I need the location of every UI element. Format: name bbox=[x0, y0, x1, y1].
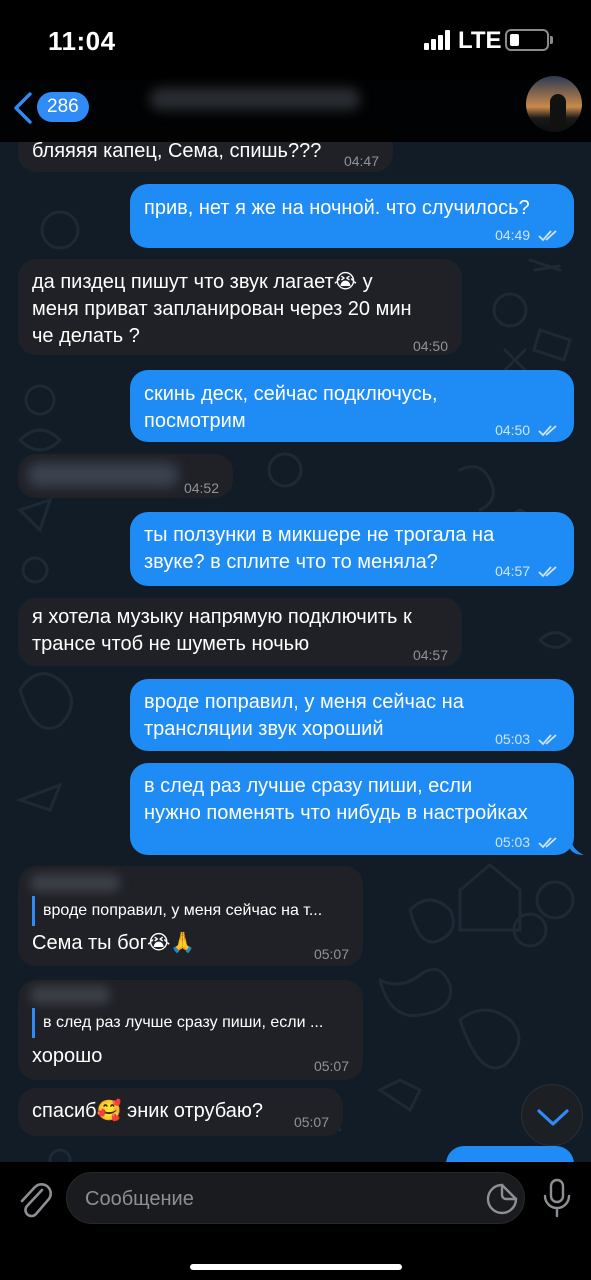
sticker-icon bbox=[486, 1183, 518, 1215]
message-bubble-outgoing[interactable]: вроде поправил, у меня сейчас на трансля… bbox=[130, 679, 574, 751]
message-bubble-outgoing[interactable]: ты ползунки в микшере не трогала на звук… bbox=[130, 512, 574, 586]
message-text-line: трансе чтоб не шуметь ночью bbox=[32, 633, 310, 655]
message-text-line: вроде поправил, у меня сейчас на bbox=[144, 691, 464, 713]
message-time: 04:57 bbox=[495, 563, 531, 579]
message-time: 05:07 bbox=[313, 946, 349, 962]
voice-message-button[interactable] bbox=[540, 1176, 574, 1220]
message-meta: 05:03 bbox=[495, 726, 560, 753]
message-time: 04:50 bbox=[412, 338, 448, 354]
message-input[interactable] bbox=[85, 1185, 465, 1213]
message-meta: 05:03 bbox=[495, 829, 560, 856]
reply-text: в след раз лучше сразу пиши, если ... bbox=[43, 1014, 324, 1031]
message-text-line: в след раз лучше сразу пиши, если bbox=[144, 775, 473, 797]
reply-text: вроде поправил, у меня сейчас на т... bbox=[43, 902, 323, 919]
double-check-icon bbox=[538, 734, 557, 746]
message-meta: 04:49 bbox=[495, 222, 560, 249]
message-time: 05:07 bbox=[293, 1114, 329, 1130]
message-bubble-outgoing[interactable]: прив, нет я же на ночной. что случилось?… bbox=[130, 184, 574, 248]
message-text-line: трансляции звук хороший bbox=[144, 718, 384, 740]
chevron-down-icon bbox=[537, 1109, 569, 1126]
message-meta: 04:50 bbox=[495, 417, 560, 444]
status-bar: 11:04 LTE bbox=[0, 0, 591, 80]
avatar[interactable] bbox=[526, 76, 582, 132]
avatar-silhouette bbox=[550, 94, 566, 132]
message-text: бляяяя капец, Сема, спишь??? bbox=[32, 140, 322, 162]
message-input-field[interactable] bbox=[66, 1172, 525, 1224]
message-text: прив, нет я же на ночной. что случилось? bbox=[144, 197, 530, 219]
message-text-line: да пиздец пишут что звук лагает😭 у bbox=[32, 271, 373, 293]
back-button[interactable] bbox=[10, 90, 36, 126]
reply-preview[interactable]: вроде поправил, у меня сейчас на т... bbox=[32, 896, 322, 926]
attach-button[interactable] bbox=[14, 1176, 54, 1220]
message-bubble-incoming[interactable]: да пиздец пишут что звук лагает😭 у меня … bbox=[18, 259, 462, 355]
double-check-icon bbox=[538, 566, 557, 578]
message-text: спасиб🥰 эник отрубаю? bbox=[32, 1100, 263, 1122]
message-bubble-incoming[interactable]: спасиб🥰 эник отрубаю? 05:07 bbox=[18, 1088, 343, 1136]
status-time: 11:04 bbox=[48, 26, 116, 56]
message-bubble-incoming[interactable]: 04:52 bbox=[18, 454, 233, 498]
bubble-tail bbox=[570, 839, 584, 855]
battery-icon bbox=[505, 29, 549, 51]
sticker-button[interactable] bbox=[485, 1182, 519, 1216]
chat-header: 286 bbox=[0, 76, 591, 142]
redacted-sender-name bbox=[30, 986, 110, 1004]
message-bubble-outgoing[interactable]: скинь деск, сейчас подключусь, посмотрим… bbox=[130, 370, 574, 442]
double-check-icon bbox=[538, 425, 557, 437]
redacted-text bbox=[28, 463, 178, 487]
message-text-line: нужно поменять что нибудь в настройках bbox=[144, 802, 528, 824]
message-text: Сема ты бог😭🙏 bbox=[32, 932, 196, 954]
home-indicator bbox=[190, 1264, 402, 1270]
network-type: LTE bbox=[458, 27, 502, 54]
unread-count-badge[interactable]: 286 bbox=[37, 92, 89, 122]
signal-icon bbox=[424, 30, 452, 50]
message-text-line: посмотрим bbox=[144, 410, 246, 432]
chevron-left-icon bbox=[14, 92, 32, 124]
message-text-line: меня приват запланирован через 20 мин bbox=[32, 298, 412, 320]
message-bubble-incoming[interactable]: в след раз лучше сразу пиши, если ... хо… bbox=[18, 980, 363, 1080]
composer-bar bbox=[0, 1162, 591, 1280]
message-meta: 04:57 bbox=[495, 558, 560, 585]
paperclip-icon bbox=[20, 1183, 52, 1218]
message-text-line: звуке? в сплите что то меняла? bbox=[144, 551, 438, 573]
reply-preview[interactable]: в след раз лучше сразу пиши, если ... bbox=[32, 1008, 323, 1038]
message-bubble-incoming[interactable]: вроде поправил, у меня сейчас на т... Се… bbox=[18, 866, 363, 966]
message-bubble-incoming[interactable]: я хотела музыку напрямую подключить к тр… bbox=[18, 598, 462, 666]
message-time: 04:49 bbox=[495, 227, 531, 243]
message-text: хорошо bbox=[32, 1045, 103, 1067]
message-time: 04:57 bbox=[412, 647, 448, 663]
redacted-chat-title[interactable] bbox=[150, 88, 360, 110]
message-text-line: ты ползунки в микшере не трогала на bbox=[144, 524, 495, 546]
double-check-icon bbox=[538, 230, 557, 242]
message-time: 05:03 bbox=[495, 731, 531, 747]
message-text-line: скинь деск, сейчас подключусь, bbox=[144, 383, 438, 405]
scroll-to-bottom-button[interactable] bbox=[521, 1084, 583, 1146]
double-check-icon bbox=[538, 837, 557, 849]
message-text-line: я хотела музыку напрямую подключить к bbox=[32, 606, 412, 628]
message-time: 05:03 bbox=[495, 834, 531, 850]
microphone-icon bbox=[543, 1178, 571, 1218]
message-time: 05:07 bbox=[313, 1058, 349, 1074]
message-time: 04:52 bbox=[183, 480, 219, 496]
redacted-sender-name bbox=[30, 874, 120, 892]
battery-cap bbox=[550, 36, 553, 44]
message-bubble-outgoing[interactable]: в след раз лучше сразу пиши, если нужно … bbox=[130, 763, 574, 855]
message-time: 04:47 bbox=[343, 153, 379, 169]
message-text-line: че делать ? bbox=[32, 325, 140, 347]
message-time: 04:50 bbox=[495, 422, 531, 438]
